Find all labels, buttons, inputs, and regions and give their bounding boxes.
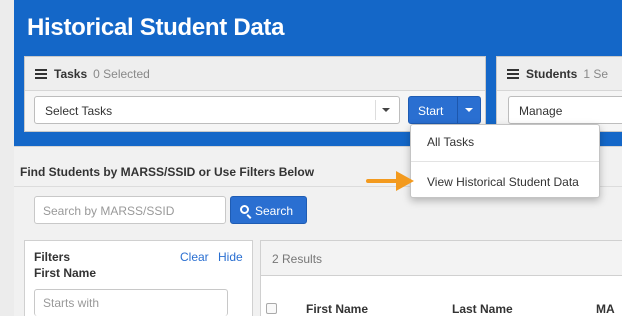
start-button[interactable]: Start [408, 96, 481, 124]
select-all-checkbox[interactable] [266, 303, 277, 314]
column-header-marss[interactable]: MA [596, 302, 615, 316]
find-students-title: Find Students by MARSS/SSID or Use Filte… [20, 165, 315, 179]
search-button-label: Search [255, 204, 294, 218]
students-selected-count: 1 Se [583, 67, 609, 81]
search-input[interactable]: Search by MARSS/SSID [34, 196, 226, 224]
menu-item-view-historical-student-data[interactable]: View Historical Student Data [427, 175, 579, 189]
results-count: 2 Results [272, 252, 323, 266]
column-header-last-name[interactable]: Last Name [452, 302, 513, 316]
select-tasks-dropdown[interactable]: Select Tasks [34, 96, 400, 124]
menu-item-all-tasks[interactable]: All Tasks [427, 135, 474, 149]
tasks-selected-count: 0 Selected [93, 67, 150, 81]
arrow-right-icon [366, 171, 414, 191]
column-header-first-name[interactable]: First Name [306, 302, 368, 316]
filters-title: Filters [34, 250, 71, 264]
students-panel-header: Students 1 Se [497, 57, 622, 91]
first-name-filter-label: First Name [34, 266, 97, 280]
manage-value: Manage [519, 104, 563, 118]
list-icon [35, 69, 47, 79]
search-icon [240, 205, 249, 214]
manage-dropdown[interactable]: Manage [508, 96, 622, 124]
tasks-header-label: Tasks [54, 67, 88, 81]
page-title: Historical Student Data [27, 14, 285, 41]
tasks-panel-header: Tasks 0 Selected [25, 57, 485, 91]
select-tasks-value: Select Tasks [45, 104, 113, 118]
clear-filters-link[interactable]: Clear [180, 250, 209, 264]
chevron-down-icon[interactable] [465, 108, 473, 112]
students-header-label: Students [526, 67, 578, 81]
chevron-down-icon [382, 108, 390, 112]
start-button-split [457, 97, 458, 123]
menu-divider [411, 161, 599, 162]
list-icon [507, 69, 519, 79]
hide-filters-link[interactable]: Hide [218, 250, 243, 264]
start-button-label: Start [418, 104, 444, 118]
search-button[interactable]: Search [230, 196, 307, 224]
first-name-filter-input[interactable]: Starts with [34, 289, 228, 316]
select-tasks-caret[interactable] [375, 100, 395, 120]
start-dropdown-menu: All Tasks View Historical Student Data [410, 124, 600, 198]
